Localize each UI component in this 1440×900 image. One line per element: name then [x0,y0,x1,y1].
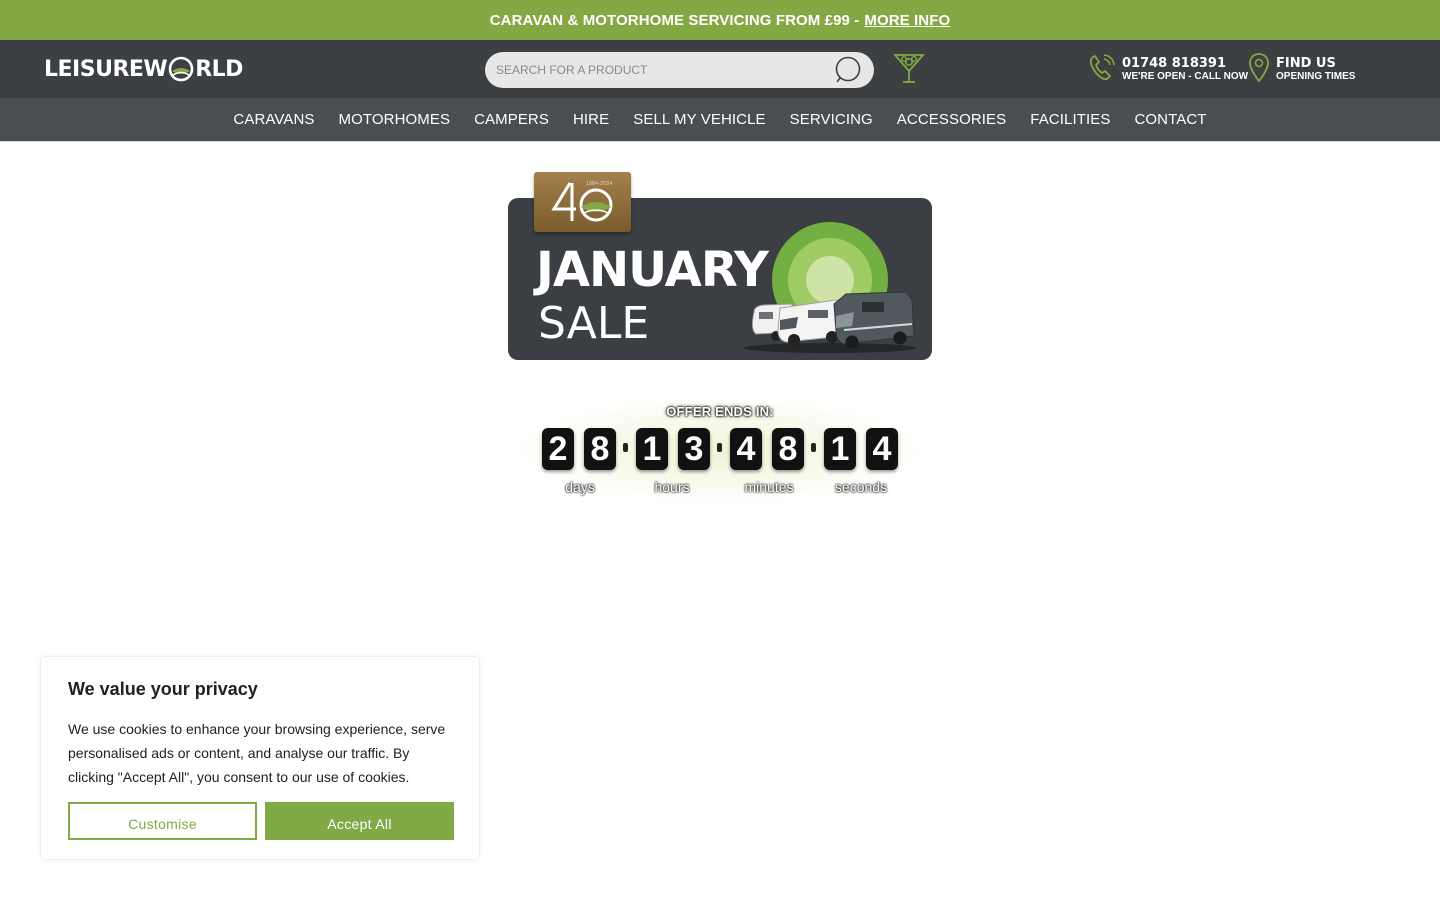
countdown-days-digit-1: 2 [542,428,574,470]
countdown-unit-seconds: seconds [834,479,888,495]
countdown-separator [717,443,722,452]
countdown-unit-hours: hours [654,479,690,495]
countdown-separator [623,443,628,452]
anniversary-40-badge: 1984-2024 40 [534,172,631,232]
countdown-separator [811,443,816,452]
countdown-hours-digit-2: 3 [678,428,710,470]
find-us-text: FIND US OPENING TIMES [1276,57,1355,83]
nav-item-sell-my-vehicle[interactable]: SELL MY VEHICLE [633,111,765,128]
opening-times-text: OPENING TIMES [1276,71,1356,82]
nav-item-facilities[interactable]: FACILITIES [1030,111,1110,128]
countdown-minutes-digit-2: 8 [772,428,804,470]
countdown-unit-days: days [565,479,595,495]
find-us-title: FIND US [1276,56,1336,71]
phone-number: 01748 818391 [1122,56,1227,71]
search-input[interactable] [485,52,825,88]
location-pin-icon [1248,52,1270,89]
site-logo[interactable]: LEISUREW RLD [44,53,243,85]
countdown-hours-digit-1: 1 [636,428,668,470]
banner-title-january: JANUARY [536,242,769,298]
countdown-minutes-digit-1: 4 [730,428,762,470]
offer-ends-heading: OFFER ENDS IN: [666,404,774,419]
promo-bar: CARAVAN & MOTORHOME SERVICING FROM £99 -… [0,0,1440,40]
phone-contact[interactable]: 01748 818391 WE'RE OPEN - CALL NOW [1088,52,1248,88]
cookie-body-text: We use cookies to enhance your browsing … [68,721,446,785]
accept-all-button[interactable]: Accept All [265,802,454,840]
find-us[interactable]: FIND US OPENING TIMES [1248,52,1355,88]
main-nav: CARAVANS MOTORHOMES CAMPERS HIRE SELL MY… [0,98,1440,142]
nav-item-hire[interactable]: HIRE [573,111,609,128]
logo-text-left: LEISUREW [44,56,168,82]
promo-more-info-link[interactable]: MORE INFO [864,12,950,29]
phone-open-text: WE'RE OPEN - CALL NOW [1122,71,1249,82]
countdown-days-digit-2: 8 [584,428,616,470]
search-icon[interactable] [834,56,862,84]
logo-globe-icon [168,56,194,82]
cookie-title: We value your privacy [68,679,258,699]
nav-item-accessories[interactable]: ACCESSORIES [897,111,1006,128]
nav-item-campers[interactable]: CAMPERS [474,111,549,128]
customise-button[interactable]: Customise [68,802,257,840]
nav-item-servicing[interactable]: SERVICING [790,111,873,128]
countdown-unit-minutes: minutes [744,479,794,495]
countdown-seconds-digit-1: 1 [824,428,856,470]
badge-years-text: 1984-2024 [586,181,613,187]
site-header: LEISUREW RLD SEARCH FOR A PRODUCT 01748 … [0,40,1440,98]
motorhomes-image [744,291,916,353]
banner-title-sale: SALE [538,298,650,349]
wine-glasses-icon[interactable] [893,53,925,85]
phone-text: 01748 818391 WE'RE OPEN - CALL NOW [1122,57,1248,83]
phone-icon [1088,53,1116,88]
nav-item-motorhomes[interactable]: MOTORHOMES [339,111,451,128]
nav-item-contact[interactable]: CONTACT [1134,111,1206,128]
search-box [485,52,874,88]
nav-item-caravans[interactable]: CARAVANS [233,111,314,128]
logo-text-right: RLD [195,56,243,82]
cookie-consent-dialog: We value your privacy We use cookies to … [40,656,480,860]
countdown-seconds-digit-2: 4 [866,428,898,470]
promo-text: CARAVAN & MOTORHOME SERVICING FROM £99 - [489,11,860,29]
